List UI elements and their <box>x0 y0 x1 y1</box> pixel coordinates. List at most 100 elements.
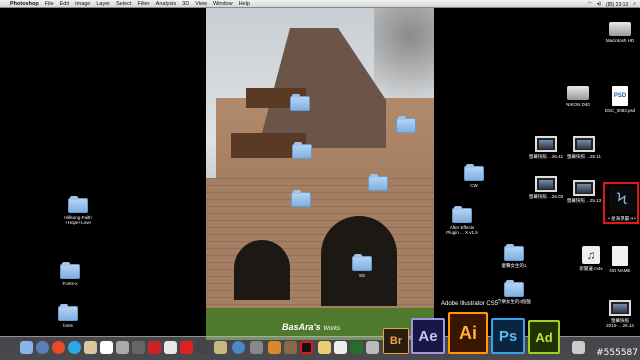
drive-label: NIKON D40 <box>566 102 590 107</box>
screenshot-thumbnail <box>535 176 557 192</box>
hard-drive-icon <box>609 22 631 36</box>
menu-window[interactable]: Window <box>213 1 233 7</box>
desktop-folder[interactable] <box>384 116 428 133</box>
highlight-box <box>603 182 639 224</box>
folder-icon <box>452 206 472 223</box>
screenshot-thumbnail <box>573 136 595 152</box>
desktop-drive-no-name[interactable]: NO NAME <box>598 246 640 273</box>
menu-view[interactable]: View <box>195 1 207 7</box>
spotlight-icon[interactable]: ⌕ <box>633 1 636 7</box>
chrome-icon[interactable] <box>52 341 65 354</box>
menu-layer[interactable]: Layer <box>96 1 110 7</box>
device-central-icon[interactable]: Ad <box>528 320 560 354</box>
app-icon-brown[interactable] <box>284 341 297 354</box>
folder-icon <box>352 254 372 271</box>
wifi-icon[interactable]: ◠ <box>587 1 591 7</box>
trash-icon[interactable] <box>572 341 585 354</box>
folder-icon <box>464 164 484 181</box>
folder-icon <box>290 94 310 111</box>
desktop-screenshot-5[interactable]: 螢幕快照 2010-....26.14 <box>598 300 640 329</box>
menu-file[interactable]: File <box>45 1 54 7</box>
desktop-folder-ss[interactable]: SS <box>340 254 384 278</box>
menu-edit[interactable]: Edit <box>60 1 69 7</box>
psd-file-icon: PSD <box>612 86 628 106</box>
folder-label: 童聲女生的1 <box>501 263 527 268</box>
system-preferences-icon[interactable] <box>132 341 145 354</box>
menu-3d[interactable]: 3D <box>182 1 189 7</box>
folder-label: After Effects Plugin ... X v1.5 <box>446 225 478 236</box>
stickies-icon[interactable] <box>84 341 97 354</box>
desktop-folder-hillsong[interactable]: Hillsong-Faith +Hope+Love <box>56 196 100 226</box>
folder-icon <box>68 196 88 213</box>
folder-label: fonts <box>63 323 73 328</box>
camera-drive-icon <box>567 86 589 100</box>
desktop-folder[interactable] <box>279 190 323 207</box>
menu-image[interactable]: Image <box>75 1 90 7</box>
app-icon-red[interactable] <box>148 341 161 354</box>
desktop-folder[interactable] <box>280 142 324 159</box>
dock-tooltip: Adobe Illustrator CS5 <box>438 300 502 308</box>
finder-icon[interactable] <box>20 341 33 354</box>
folder-icon <box>368 174 388 191</box>
folder-icon <box>292 142 312 159</box>
file-label: 螢幕快照 ...26.03 <box>528 194 564 199</box>
app-icon-orange[interactable] <box>268 341 281 354</box>
file-label: 螢幕快照 2010-....26.14 <box>606 318 634 329</box>
screenshot-thumbnail <box>573 180 595 196</box>
app-menu[interactable]: Photoshop <box>10 1 39 7</box>
folder-label: Hillsong-Faith +Hope+Love <box>64 215 92 226</box>
folder-label: Fonts-x <box>62 281 78 286</box>
folder-icon <box>291 190 311 207</box>
screenshot-thumbnail <box>535 136 557 152</box>
folder-icon <box>504 280 524 297</box>
folder-label: CW <box>470 183 478 188</box>
clock[interactable]: (四) 23:13 <box>606 1 628 8</box>
menu-filter[interactable]: Filter <box>137 1 149 7</box>
folder-icon <box>60 262 80 279</box>
menu-bar: Photoshop File Edit Image Layer Select F… <box>0 0 640 8</box>
desktop-folder-1[interactable]: 童聲女生的1 <box>492 244 536 268</box>
skype-icon[interactable] <box>68 341 81 354</box>
app-icon-tan[interactable] <box>214 341 227 354</box>
desktop-folder-fonts[interactable]: fonts <box>46 304 90 328</box>
desktop-folder-after-effects[interactable]: After Effects Plugin ... X v1.5 <box>440 206 484 236</box>
illustrator-icon[interactable]: Ai <box>448 312 488 354</box>
after-effects-icon[interactable]: Ae <box>411 318 445 354</box>
app-icon-gray[interactable] <box>250 341 263 354</box>
bridge-icon[interactable]: Br <box>383 328 409 354</box>
keyboard-icon[interactable] <box>196 341 209 354</box>
menu-help[interactable]: Help <box>239 1 250 7</box>
disk-icon <box>612 246 628 266</box>
folder-icon <box>396 116 416 133</box>
photoshop-icon[interactable]: Ps <box>491 318 525 354</box>
menu-analysis[interactable]: Analysis <box>156 1 176 7</box>
arch-left <box>234 240 290 300</box>
preview-icon[interactable] <box>116 341 129 354</box>
desktop-folder-fonts-x[interactable]: Fonts-x <box>48 262 92 286</box>
drive-label: Macintosh HD <box>605 38 635 43</box>
safari-icon[interactable] <box>36 341 49 354</box>
desktop-screenshot-2[interactable]: 螢幕快照 ...26.11 <box>562 136 606 159</box>
app-icon-record[interactable] <box>180 341 193 354</box>
desktop-drive-macintosh-hd[interactable]: Macintosh HD <box>598 22 640 43</box>
starcraft-dock-icon[interactable] <box>300 341 313 354</box>
app-icon-yellow[interactable] <box>318 341 331 354</box>
corner-watermark: #555587 <box>596 348 638 358</box>
file-label: DSC_0083.psd <box>604 108 636 113</box>
desktop-file-psd[interactable]: PSD DSC_0083.psd <box>598 86 640 113</box>
file-label: 螢幕快照 ...26.11 <box>567 154 601 159</box>
app-icon-silver[interactable] <box>366 341 379 354</box>
desktop-drive-nikon[interactable]: NIKON D40 <box>556 86 600 107</box>
folder-icon <box>58 304 78 321</box>
app-icon-white[interactable] <box>334 341 347 354</box>
desktop-folder[interactable] <box>278 94 322 111</box>
desktop-folder[interactable] <box>356 174 400 191</box>
menu-select[interactable]: Select <box>116 1 131 7</box>
volume-icon[interactable]: ◂) <box>597 1 601 7</box>
app-icon-green[interactable] <box>350 341 363 354</box>
photos-icon[interactable] <box>164 341 177 354</box>
app-icon-globe[interactable] <box>232 341 245 354</box>
menu-extras: ◠ ◂) (四) 23:13 ⌕ <box>587 0 636 8</box>
calendar-icon[interactable] <box>100 341 113 354</box>
desktop-folder-cw[interactable]: CW <box>452 164 496 188</box>
